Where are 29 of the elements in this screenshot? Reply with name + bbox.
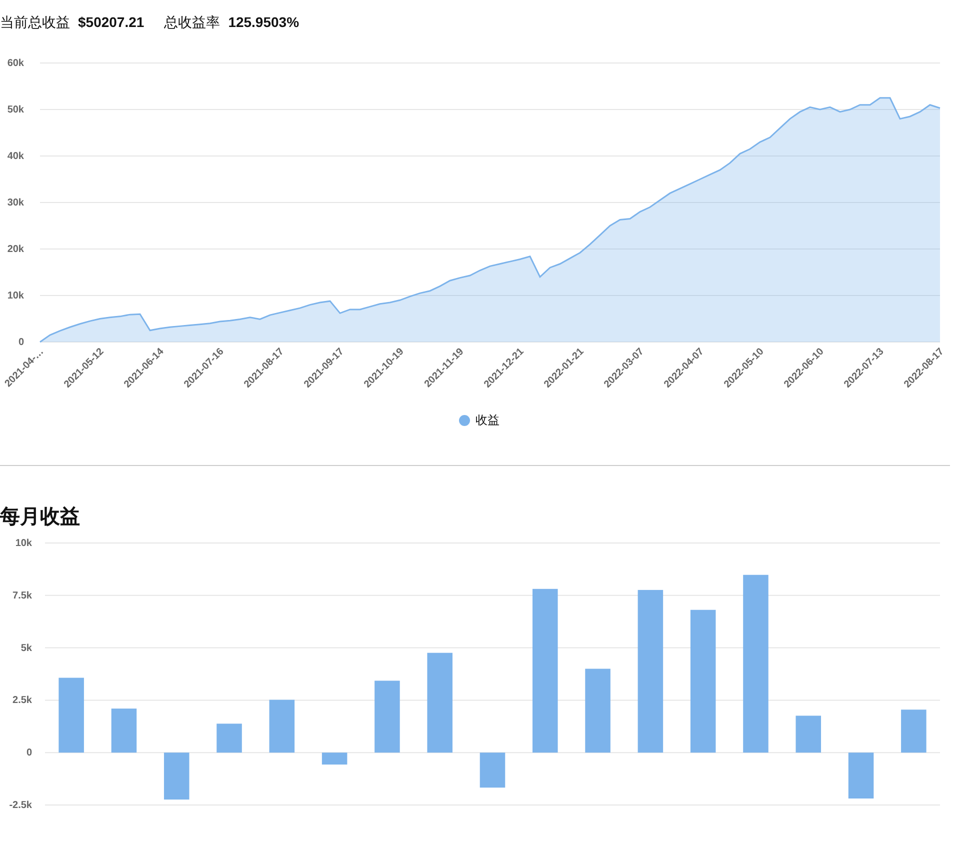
axis-tick-label: 2.5k [12, 695, 32, 706]
axis-tick-label: 50k [7, 104, 24, 116]
chart-title: 每月收益 [0, 505, 81, 530]
bar [111, 708, 137, 753]
axis-tick-label: 10k [15, 538, 32, 549]
axis-tick-label: -2.5k [9, 800, 32, 811]
bar [901, 710, 926, 753]
bar [164, 752, 190, 800]
summary-label: 总收益率 [164, 14, 220, 32]
bar [480, 752, 506, 788]
summary-label: 当前总收益 [0, 14, 70, 32]
bar [322, 752, 348, 765]
axis-tick-label: 30k [7, 198, 24, 208]
axis-tick-label: 5k [20, 642, 32, 654]
summary-value: $50207.21 [78, 14, 144, 32]
axis-tick-label: 0 [18, 337, 24, 348]
bar [848, 752, 874, 798]
legend-label[interactable]: 收益 [476, 412, 500, 429]
axis-tick-label: 10k [7, 290, 24, 302]
axis-tick-label: 60k [7, 58, 24, 69]
bar [269, 700, 295, 753]
summary-value: 125.9503% [228, 14, 300, 32]
axis-tick-label: 7.5k [12, 590, 32, 602]
axis-tick-label: 40k [7, 151, 24, 162]
bar [796, 716, 822, 753]
legend-dot[interactable] [458, 415, 470, 426]
axis-tick-label: 0 [26, 748, 32, 759]
axis-tick-label: 20k [7, 244, 24, 255]
bar [216, 724, 242, 753]
